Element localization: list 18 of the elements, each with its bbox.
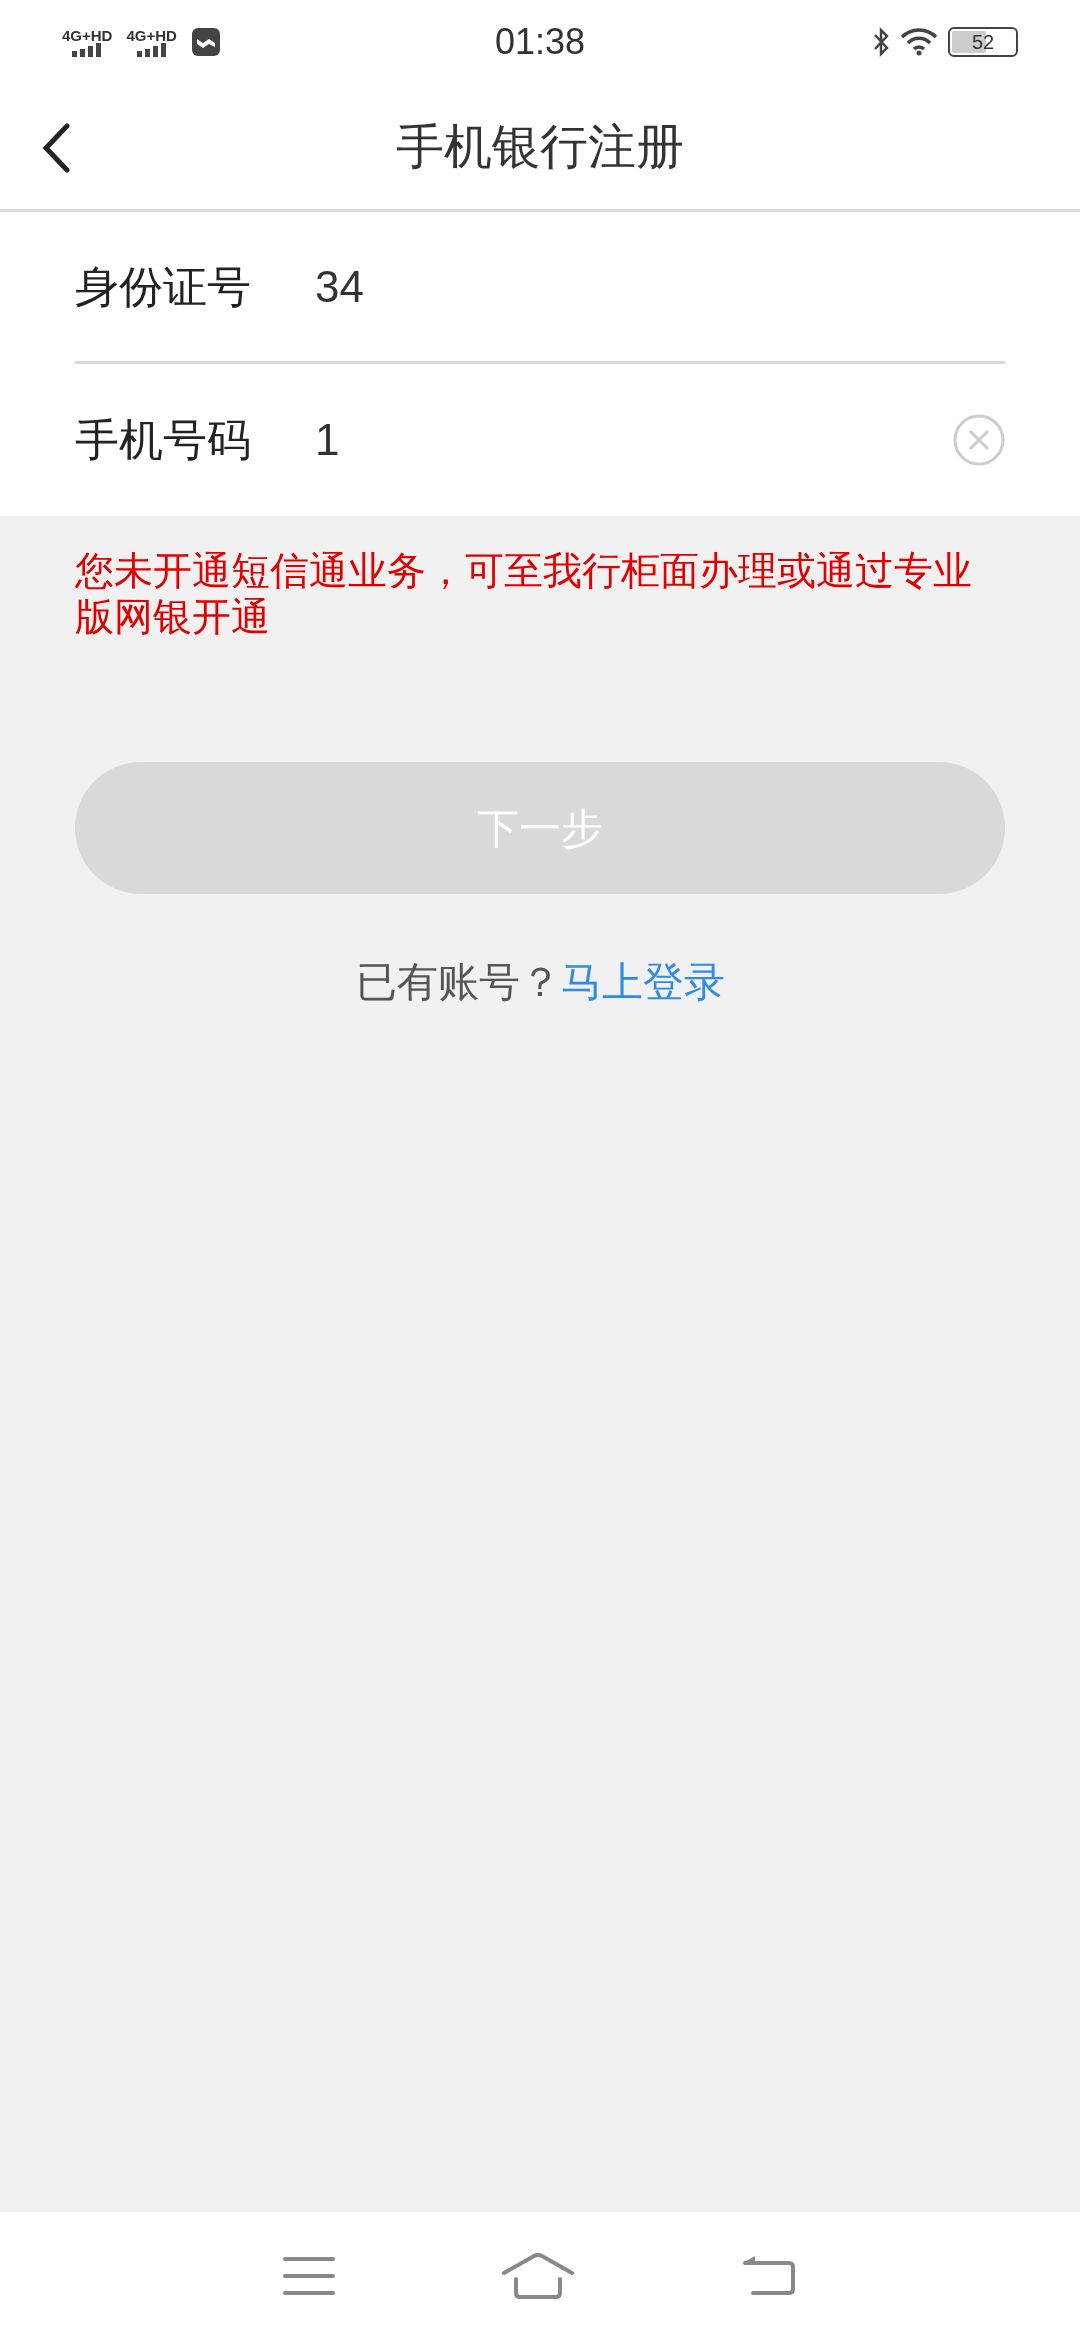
menu-icon[interactable] [283, 2256, 336, 2296]
notification-icon [190, 27, 221, 57]
field-label: 手机号码 [75, 414, 252, 466]
back-icon [42, 123, 70, 173]
field-label: 身份证号 [75, 260, 252, 313]
login-prompt: 已有账号？ [355, 958, 561, 1007]
text-field[interactable]: 1 [315, 415, 340, 464]
network-type: 4G+HD [126, 27, 177, 43]
battery-indicator: 52 [948, 27, 1018, 57]
home-icon[interactable] [502, 2253, 574, 2299]
wifi-icon [900, 28, 938, 56]
signal-icon [134, 42, 169, 57]
text-field[interactable]: 34 [315, 261, 364, 311]
network-type: 4G+HD [62, 27, 113, 43]
clock: 01:38 [493, 20, 587, 64]
bluetooth-icon [872, 27, 890, 57]
page-title: 手机银行注册 [396, 118, 684, 175]
error-message: 您未开通短信通业务，可至我行柜面办理或通过专业版网银开通 [75, 548, 973, 640]
